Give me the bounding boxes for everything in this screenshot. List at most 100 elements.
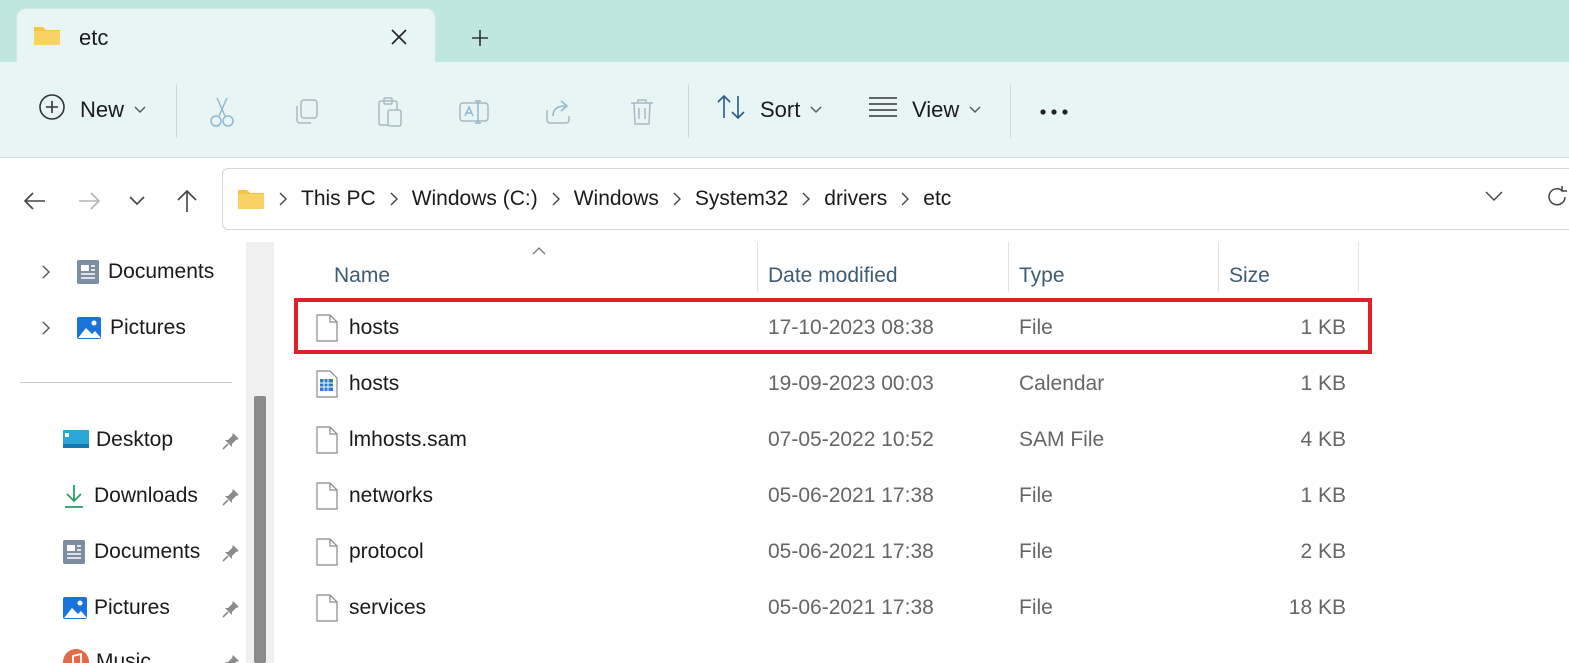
forward-arrow-icon[interactable] [74, 186, 104, 216]
pin-icon[interactable] [220, 598, 242, 620]
column-header-date-modified[interactable]: Date modified [768, 256, 898, 296]
column-header-type[interactable]: Type [1019, 256, 1065, 296]
view-label: View [912, 97, 960, 122]
file-size: 4 KB [1300, 428, 1346, 451]
copy-icon[interactable] [286, 92, 326, 132]
pictures-icon [76, 316, 102, 340]
file-name: networks [349, 484, 434, 507]
column-separator[interactable] [1218, 242, 1219, 292]
table-row[interactable]: hosts 19-09-2023 00:03 Calendar 1 KB [316, 358, 1368, 410]
more-icon[interactable] [1034, 92, 1074, 132]
toolbar-separator [688, 84, 689, 138]
view-list-icon [868, 96, 898, 124]
desktop-icon [62, 429, 90, 451]
file-icon [316, 426, 338, 459]
documents-icon [62, 539, 86, 565]
chevron-right-icon[interactable] [38, 264, 54, 280]
table-row[interactable]: networks 05-06-2021 17:38 File 1 KB [316, 470, 1368, 522]
sidebar-item-label: Documents [94, 540, 201, 563]
folder-icon [33, 23, 61, 52]
rename-icon[interactable] [454, 92, 494, 132]
back-arrow-icon[interactable] [20, 186, 50, 216]
file-name: services [349, 596, 427, 619]
sidebar-item-pictures-pinned[interactable]: Pictures [62, 588, 170, 628]
plus-icon[interactable] [466, 24, 494, 52]
breadcrumb-windows[interactable]: Windows [574, 187, 659, 211]
file-icon [316, 538, 338, 571]
chevron-right-icon [279, 192, 287, 206]
sidebar-item-downloads[interactable]: Downloads [62, 476, 198, 516]
file-type: File [1019, 540, 1053, 563]
file-type: File [1019, 316, 1053, 339]
column-header-name[interactable]: Name [334, 256, 390, 296]
address-bar[interactable]: This PC Windows (C:) Windows System32 dr… [222, 168, 1569, 230]
table-row[interactable]: lmhosts.sam 07-05-2022 10:52 SAM File 4 … [316, 414, 1368, 466]
chevron-right-icon[interactable] [901, 192, 910, 206]
breadcrumb-etc[interactable]: etc [923, 187, 951, 211]
recent-locations-chevron-icon[interactable] [122, 186, 152, 216]
table-row[interactable]: hosts 17-10-2023 08:38 File 1 KB [316, 302, 1368, 354]
new-button[interactable]: New [38, 88, 146, 132]
chevron-right-icon[interactable] [390, 192, 398, 206]
file-type: File [1019, 484, 1053, 507]
chevron-right-icon[interactable] [552, 192, 560, 206]
paste-icon[interactable] [370, 92, 410, 132]
file-size: 1 KB [1300, 372, 1346, 395]
toolbar-separator [1010, 84, 1011, 138]
tab-strip: etc [0, 0, 1569, 62]
sidebar-item-pictures[interactable]: Pictures [76, 308, 186, 348]
sidebar-item-label: Downloads [94, 484, 198, 507]
chevron-right-icon[interactable] [38, 320, 54, 336]
sidebar-item-label: Pictures [94, 596, 170, 619]
sidebar-item-documents-pinned[interactable]: Documents [62, 532, 200, 572]
pin-icon[interactable] [220, 652, 242, 663]
music-icon [62, 648, 90, 663]
tab-etc[interactable]: etc [16, 8, 436, 62]
sort-button[interactable]: Sort [716, 88, 822, 132]
sort-label: Sort [760, 97, 801, 122]
calendar-file-icon [316, 370, 338, 403]
delete-icon[interactable] [622, 92, 662, 132]
chevron-right-icon[interactable] [673, 192, 681, 206]
scrollbar-thumb[interactable] [254, 396, 266, 663]
pin-icon[interactable] [220, 542, 242, 564]
documents-icon [76, 259, 100, 285]
view-button[interactable]: View [868, 88, 981, 132]
up-arrow-icon[interactable] [172, 186, 202, 216]
close-icon[interactable] [387, 25, 411, 49]
file-name: hosts [349, 316, 400, 339]
file-type: Calendar [1019, 372, 1105, 395]
table-row[interactable]: services 05-06-2021 17:38 File 18 KB [316, 582, 1368, 634]
command-bar: New Sort View [0, 62, 1569, 158]
pin-icon[interactable] [220, 486, 242, 508]
sidebar-item-documents[interactable]: Documents [76, 252, 214, 292]
breadcrumb-drivers[interactable]: drivers [824, 187, 887, 211]
table-row[interactable]: protocol 05-06-2021 17:38 File 2 KB [316, 526, 1368, 578]
breadcrumb-system32[interactable]: System32 [695, 187, 788, 211]
chevron-down-icon [134, 106, 146, 114]
cut-icon[interactable] [202, 92, 242, 132]
sidebar-item-music[interactable]: Music [62, 642, 151, 663]
share-icon[interactable] [538, 92, 578, 132]
column-header-size[interactable]: Size [1229, 256, 1270, 296]
file-date: 05-06-2021 17:38 [768, 540, 934, 563]
downloads-icon [62, 483, 86, 509]
column-separator[interactable] [757, 242, 758, 292]
address-dropdown-chevron-icon[interactable] [1485, 189, 1503, 207]
file-icon [316, 314, 338, 347]
refresh-icon[interactable] [1545, 185, 1569, 214]
plus-circle-icon [38, 93, 66, 127]
breadcrumb-windows-c[interactable]: Windows (C:) [412, 187, 538, 211]
pin-icon[interactable] [220, 430, 242, 452]
sidebar-divider [20, 382, 232, 383]
toolbar-separator [176, 84, 177, 138]
breadcrumb: This PC Windows (C:) Windows System32 dr… [279, 187, 951, 211]
sidebar-item-label: Pictures [110, 316, 186, 339]
column-separator[interactable] [1008, 242, 1009, 292]
chevron-right-icon[interactable] [802, 192, 811, 206]
sidebar-item-desktop[interactable]: Desktop [62, 420, 173, 460]
breadcrumb-this-pc[interactable]: This PC [301, 187, 376, 211]
column-separator[interactable] [1358, 242, 1359, 292]
sidebar-scrollbar[interactable] [246, 242, 274, 663]
file-icon [316, 482, 338, 515]
